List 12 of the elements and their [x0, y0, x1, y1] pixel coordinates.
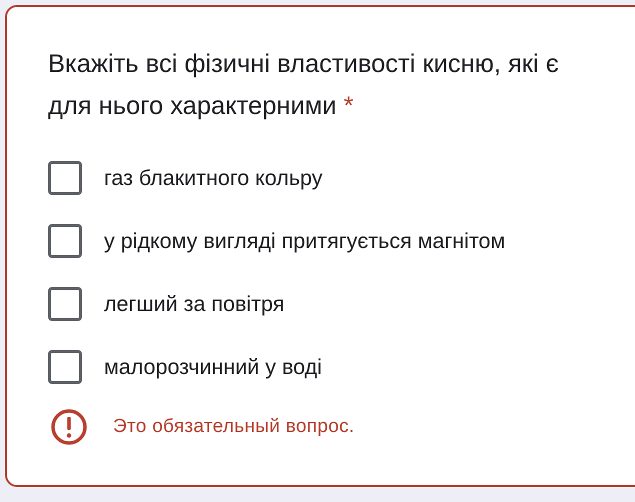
option-label[interactable]: газ блакитного кольру: [104, 166, 323, 190]
option-label[interactable]: у рідкому вигляді притягується магнітом: [104, 228, 506, 254]
question-title: Вкажіть всі фізичні властивості кисню, які є для нього характерними *: [48, 49, 560, 122]
checkbox[interactable]: [48, 161, 82, 195]
error-message: Это обязательный вопрос.: [113, 416, 354, 438]
checkbox[interactable]: [48, 287, 82, 321]
error-icon: [50, 408, 88, 446]
option-label[interactable]: малорозчинний у воді: [104, 354, 322, 380]
required-mark: *: [344, 92, 354, 120]
option-label[interactable]: легший за повітря: [104, 292, 284, 316]
checkbox[interactable]: [48, 224, 82, 258]
checkbox[interactable]: [48, 350, 82, 384]
